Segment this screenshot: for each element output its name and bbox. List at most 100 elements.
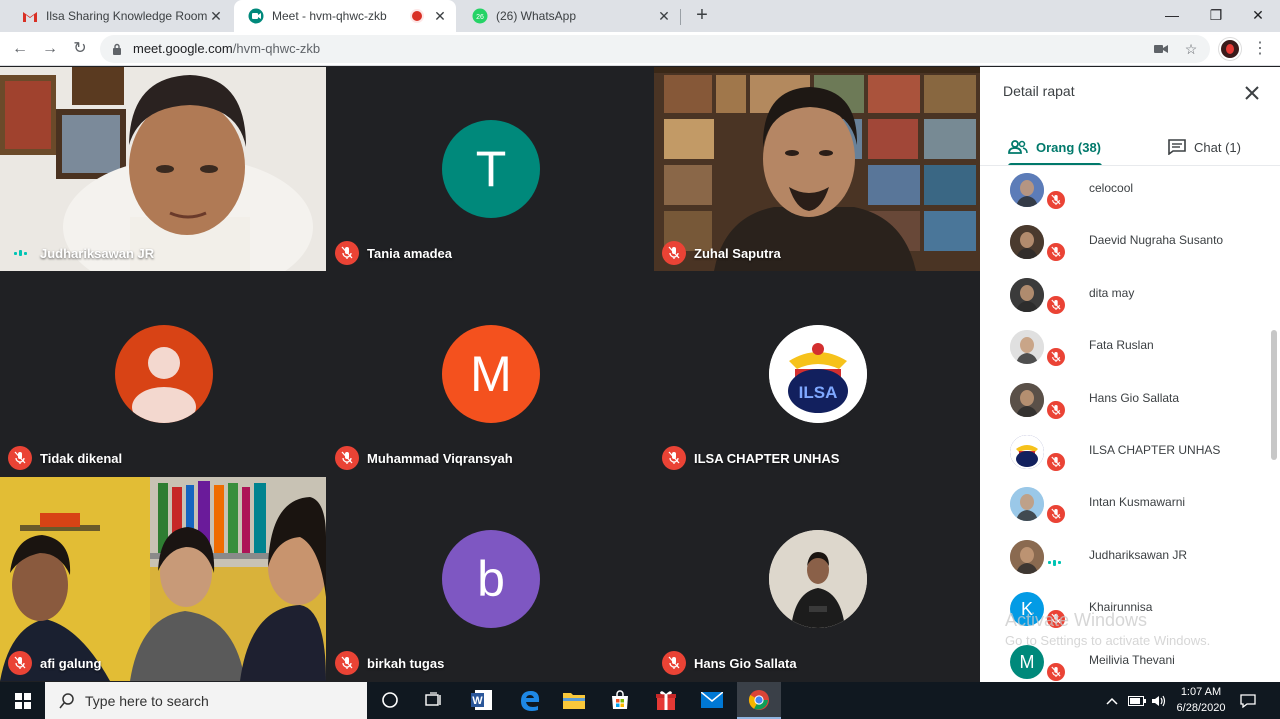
forward-button[interactable]: →	[38, 37, 62, 61]
speaking-indicator-icon	[1048, 559, 1061, 566]
gift-icon[interactable]	[652, 686, 680, 714]
mic-off-icon	[1045, 398, 1067, 421]
participant-tile[interactable]: ILSA ILSA CHAPTER UNHAS	[654, 272, 980, 476]
volume-icon[interactable]	[1152, 682, 1166, 719]
mic-off-icon	[1045, 189, 1067, 211]
minimize-button[interactable]: —	[1150, 0, 1194, 32]
participant-tile[interactable]: Judhariksawan JR	[0, 67, 326, 271]
start-button[interactable]	[0, 682, 45, 719]
tab-title: Meet - hvm-qhwc-zkb	[272, 9, 387, 23]
notifications-icon[interactable]	[1240, 682, 1256, 719]
close-icon[interactable]	[1242, 83, 1262, 103]
participant-name-label: Judhariksawan JR	[8, 241, 154, 265]
participant-photo	[1010, 487, 1044, 522]
divider	[980, 165, 1280, 166]
word-icon[interactable]: W	[468, 686, 496, 714]
participant-photo	[1010, 382, 1044, 417]
tab-chat[interactable]: Chat (1)	[1168, 129, 1241, 165]
ilsa-logo	[1010, 435, 1044, 469]
tab-whatsapp[interactable]: 26 (26) WhatsApp ✕	[458, 0, 680, 32]
participant-tile[interactable]: b birkah tugas	[327, 477, 653, 681]
file-explorer-icon[interactable]	[560, 686, 588, 714]
participant-row[interactable]: celocool	[980, 167, 1268, 219]
tab-people[interactable]: Orang (38)	[1008, 129, 1102, 166]
participant-name: Fata Ruslan	[1089, 338, 1154, 353]
participant-row[interactable]: Hans Gio Sallata	[980, 377, 1268, 429]
participant-photo	[1010, 173, 1044, 207]
participant-row[interactable]: Fata Ruslan	[980, 324, 1268, 376]
panel-scrollbar[interactable]	[1271, 330, 1277, 460]
gmail-icon	[22, 8, 38, 24]
participant-row[interactable]: dita may	[980, 272, 1268, 324]
participant-name-label: afi galung	[8, 651, 101, 675]
close-window-button[interactable]: ✕	[1236, 0, 1280, 32]
store-icon[interactable]	[606, 686, 634, 714]
maximize-button[interactable]: ❐	[1194, 0, 1238, 32]
people-icon	[1008, 140, 1028, 154]
participant-row[interactable]: Daevid Nugraha Susanto	[980, 219, 1268, 271]
lock-icon	[113, 43, 121, 55]
back-button[interactable]: ←	[8, 37, 32, 61]
svg-text:ILSA: ILSA	[799, 383, 838, 402]
svg-text:W: W	[472, 695, 483, 707]
participant-photo	[1010, 225, 1044, 260]
mic-off-icon	[335, 651, 359, 675]
mail-icon[interactable]	[698, 686, 726, 714]
task-view-cortana-icon[interactable]	[376, 686, 404, 714]
profile-avatar[interactable]	[1219, 38, 1241, 60]
browser-toolbar: ← → ↻ meet.google.com/hvm-qhwc-zkb ☆ ⋮	[0, 32, 1280, 66]
battery-icon[interactable]	[1128, 682, 1146, 719]
close-tab-icon[interactable]: ✕	[208, 8, 224, 25]
close-tab-icon[interactable]: ✕	[432, 8, 448, 25]
camera-icon[interactable]	[1152, 41, 1170, 57]
participant-name-label: Tidak dikenal	[8, 446, 122, 470]
taskbar-search[interactable]: Type here to search	[45, 682, 367, 719]
participant-name: Hans Gio Sallata	[694, 655, 797, 671]
edge-icon[interactable]	[516, 686, 544, 714]
new-tab-button[interactable]: +	[690, 4, 714, 28]
participant-photo	[769, 530, 867, 628]
participant-name: Meilivia Thevani	[1089, 652, 1175, 667]
participant-tile[interactable]: T Tania amadea	[327, 67, 653, 271]
watermark-line-2: Go to Settings to activate Windows.	[1005, 633, 1211, 648]
mic-off-icon	[662, 651, 686, 675]
participant-name: Judhariksawan JR	[1089, 547, 1188, 562]
participant-name: Hans Gio Sallata	[1089, 390, 1180, 405]
participant-tile[interactable]: M Muhammad Viqransyah	[327, 272, 653, 476]
system-clock[interactable]: 1:07 AM 6/28/2020	[1170, 684, 1232, 716]
participant-photo	[1010, 277, 1044, 312]
bookmark-star-icon[interactable]: ☆	[1182, 41, 1200, 57]
participant-avatar: M	[1010, 644, 1044, 679]
tab-gmail[interactable]: Ilsa Sharing Knowledge Room Lin ✕	[8, 0, 232, 32]
meeting-details-panel: Detail rapat Orang (38) Chat (1) celocoo…	[980, 67, 1280, 682]
tab-people-label: Orang (38)	[1036, 139, 1102, 155]
tab-title: Ilsa Sharing Knowledge Room Lin	[46, 9, 208, 23]
participant-tile[interactable]: Zuhal Saputra	[654, 67, 980, 271]
tab-meet[interactable]: Meet - hvm-qhwc-zkb ✕	[234, 0, 456, 32]
participant-tile[interactable]: Tidak dikenal	[0, 272, 326, 476]
mic-off-icon	[1045, 451, 1067, 473]
close-tab-icon[interactable]: ✕	[656, 8, 672, 25]
participant-name: Judhariksawan JR	[40, 245, 155, 261]
task-view-icon[interactable]	[420, 686, 448, 714]
panel-title: Detail rapat	[1003, 83, 1075, 99]
show-hidden-icons[interactable]	[1106, 682, 1118, 719]
chrome-taskbar-button[interactable]	[737, 682, 781, 719]
reload-button[interactable]: ↻	[68, 37, 92, 61]
mic-off-icon	[1045, 660, 1067, 682]
watermark-line-1: Activate Windows	[1005, 610, 1148, 630]
participant-row[interactable]: ILSA CHAPTER UNHAS	[980, 429, 1268, 481]
participant-name: Zuhal Saputra	[694, 245, 781, 261]
participant-name-label: birkah tugas	[335, 651, 444, 675]
participant-tile[interactable]: afi galung	[0, 477, 326, 681]
participant-photo	[1010, 539, 1044, 574]
participant-name-label: Zuhal Saputra	[662, 241, 781, 265]
address-bar[interactable]: meet.google.com/hvm-qhwc-zkb ☆	[100, 35, 1210, 63]
participant-name: Tidak dikenal	[40, 450, 123, 466]
participant-name-label: Muhammad Viqransyah	[335, 446, 513, 470]
browser-menu-icon[interactable]: ⋮	[1252, 39, 1268, 59]
mic-off-icon	[662, 241, 686, 265]
participant-tile[interactable]: Hans Gio Sallata	[654, 477, 980, 681]
participant-row[interactable]: Intan Kusmawarni	[980, 481, 1268, 533]
participant-row[interactable]: Judhariksawan JR	[980, 534, 1268, 586]
